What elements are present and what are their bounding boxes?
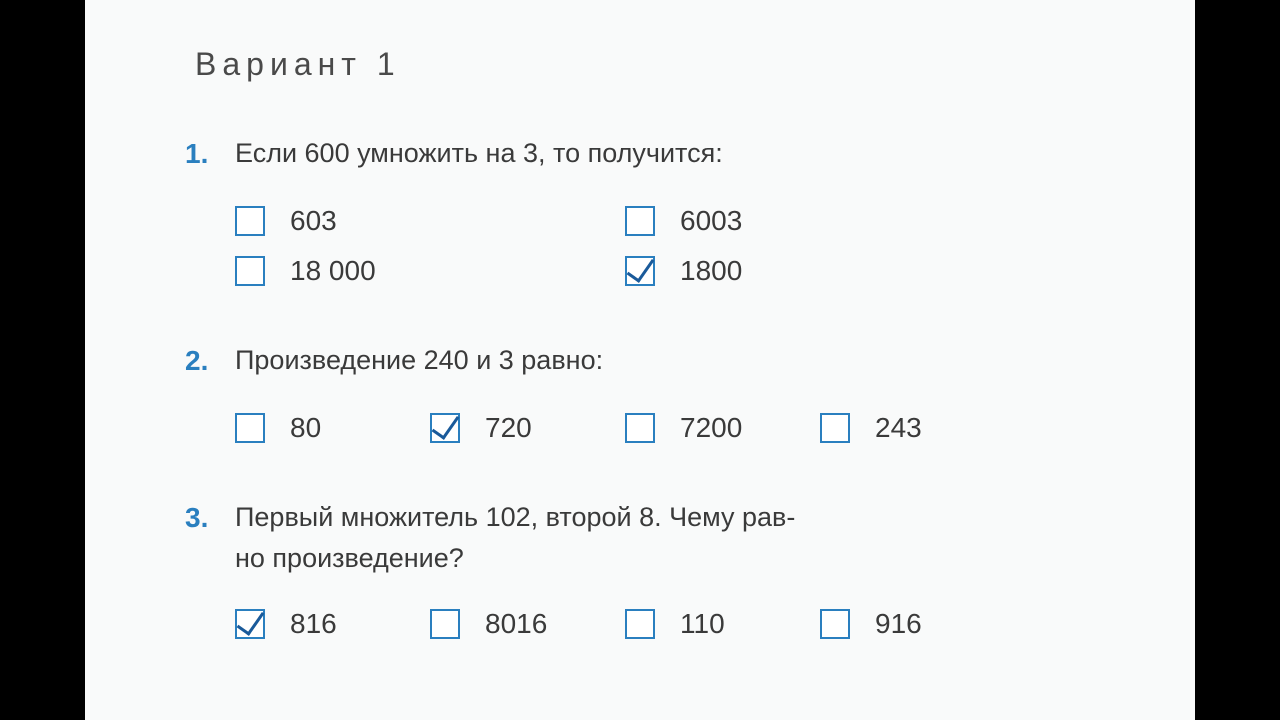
option-label: 110 <box>680 603 725 645</box>
checkbox[interactable] <box>820 413 850 443</box>
option-item: 243 <box>820 407 1015 449</box>
checkbox[interactable] <box>430 609 460 639</box>
question-number: 2. <box>185 340 235 382</box>
option-label: 7200 <box>680 407 742 449</box>
question-number: 3. <box>185 497 235 539</box>
option-label: 6003 <box>680 200 742 242</box>
option-item: 80 <box>235 407 430 449</box>
options-group: 603 6003 18 000 1800 <box>235 200 1145 300</box>
option-item: 916 <box>820 603 1015 645</box>
right-black-bar <box>1195 0 1280 720</box>
options-group: 816 8016 110 916 <box>235 603 1145 653</box>
option-label: 8016 <box>485 603 547 645</box>
checkbox[interactable] <box>625 206 655 236</box>
question-header: 2. Произведение 240 и 3 равно: <box>185 340 1145 382</box>
checkbox[interactable] <box>625 413 655 443</box>
checkbox[interactable] <box>625 609 655 639</box>
page-content: Вариант 1 1. Если 600 умножить на 3, то … <box>85 0 1195 720</box>
option-label: 720 <box>485 407 532 449</box>
option-item: 720 <box>430 407 625 449</box>
question-2: 2. Произведение 240 и 3 равно: 80 720 72… <box>185 340 1145 457</box>
question-header: 3. Первый множитель 102, второй 8. Чему … <box>185 497 1145 578</box>
checkbox[interactable] <box>235 413 265 443</box>
option-item: 603 <box>235 200 625 242</box>
question-number: 1. <box>185 133 235 175</box>
option-item: 110 <box>625 603 820 645</box>
question-text: Произведение 240 и 3 равно: <box>235 340 1145 381</box>
variant-title: Вариант 1 <box>195 40 1145 88</box>
checkbox-checked[interactable] <box>430 413 460 443</box>
options-group: 80 720 7200 243 <box>235 407 1145 457</box>
option-item: 7200 <box>625 407 820 449</box>
option-item: 1800 <box>625 250 1015 292</box>
option-item: 8016 <box>430 603 625 645</box>
option-label: 18 000 <box>290 250 376 292</box>
question-text: Если 600 умножить на 3, то получится: <box>235 133 1145 174</box>
option-label: 243 <box>875 407 922 449</box>
left-black-bar <box>0 0 85 720</box>
checkbox[interactable] <box>235 256 265 286</box>
checkbox-checked[interactable] <box>625 256 655 286</box>
option-label: 603 <box>290 200 337 242</box>
option-item: 18 000 <box>235 250 625 292</box>
option-label: 916 <box>875 603 922 645</box>
checkbox-checked[interactable] <box>235 609 265 639</box>
question-text: Первый множитель 102, второй 8. Чему рав… <box>235 497 1145 578</box>
option-item: 816 <box>235 603 430 645</box>
question-header: 1. Если 600 умножить на 3, то получится: <box>185 133 1145 175</box>
option-item: 6003 <box>625 200 1015 242</box>
question-3: 3. Первый множитель 102, второй 8. Чему … <box>185 497 1145 653</box>
option-label: 816 <box>290 603 337 645</box>
option-label: 1800 <box>680 250 742 292</box>
checkbox[interactable] <box>820 609 850 639</box>
option-label: 80 <box>290 407 321 449</box>
question-1: 1. Если 600 умножить на 3, то получится:… <box>185 133 1145 300</box>
checkbox[interactable] <box>235 206 265 236</box>
